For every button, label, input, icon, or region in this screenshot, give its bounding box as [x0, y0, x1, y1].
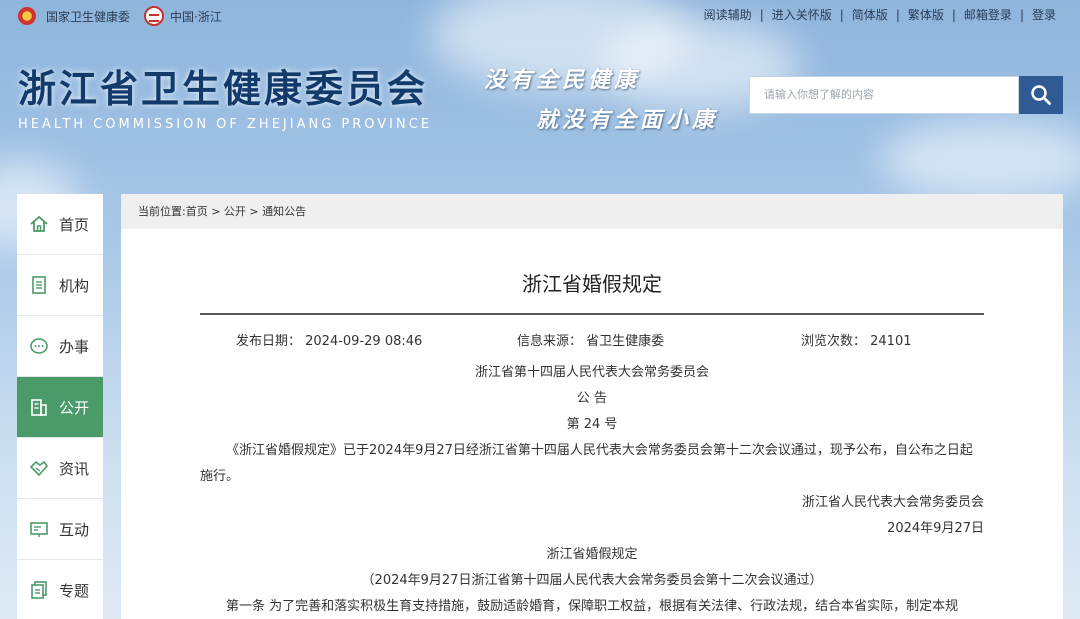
sidebar-item-label: 机构 [59, 276, 90, 295]
sidebar-item-label: 公开 [59, 398, 90, 417]
search-icon [1031, 85, 1051, 105]
cloud-decoration [880, 120, 1080, 200]
login-link[interactable]: 登录 [1024, 6, 1064, 23]
reading-assist-link[interactable]: 阅读辅助 [696, 6, 760, 23]
search-input[interactable]: 请输入你想了解的内容 [749, 76, 1019, 114]
article-one: 第一条 为了完善和落实积极生育支持措施，鼓励适龄婚育，保障职工权益，根据有关法律… [226, 599, 959, 614]
copy-icon [29, 580, 49, 600]
article-panel: 当前位置:首页 > 公开 > 通知公告 浙江省婚假规定 发布日期： 2024-0… [121, 194, 1063, 619]
building-icon [29, 397, 49, 417]
sidebar-item-public[interactable]: 公开 [17, 377, 103, 438]
sidebar-item-services[interactable]: 办事 [17, 316, 103, 377]
top-bar: 国家卫生健康委 中国·浙江 阅读辅助 | 进入关怀版 | 简体版 | 繁体版 |… [0, 0, 1080, 30]
document-icon [29, 275, 49, 295]
site-title[interactable]: 浙江省卫生健康委员会 [18, 58, 428, 113]
title-divider [200, 313, 984, 315]
chat-icon [29, 336, 49, 356]
sidebar-item-label: 资讯 [59, 459, 90, 478]
sidebar-nav: 首页 机构 办事 公开 资讯 互动 专题 [17, 194, 103, 619]
sidebar-item-organization[interactable]: 机构 [17, 255, 103, 316]
view-count: 浏览次数： 24101 [801, 334, 912, 349]
search-button[interactable] [1019, 76, 1063, 114]
sidebar-item-label: 首页 [59, 215, 90, 234]
article-title: 浙江省婚假规定 [522, 272, 662, 296]
sidebar-item-interaction[interactable]: 互动 [17, 499, 103, 560]
home-icon [29, 214, 49, 234]
board-icon [29, 519, 49, 539]
publish-date: 发布日期： 2024-09-29 08:46 [236, 334, 423, 349]
number-line: 第 24 号 [566, 417, 618, 432]
zhejiang-link[interactable]: 中国·浙江 [170, 8, 222, 25]
care-mode-link[interactable]: 进入关怀版 [764, 6, 840, 23]
handshake-icon [29, 458, 49, 478]
sidebar-item-topics[interactable]: 专题 [17, 560, 103, 619]
slogan-line-1: 没有全民健康 [484, 67, 641, 93]
nhc-link[interactable]: 国家卫生健康委 [46, 8, 130, 25]
signature-date: 2024年9月27日 [887, 521, 984, 536]
notice-line: 公 告 [576, 391, 608, 406]
issuer-line: 浙江省第十四届人民代表大会常务委员会 [474, 365, 709, 380]
info-source: 信息来源： 省卫生健康委 [517, 334, 665, 349]
breadcrumb[interactable]: 当前位置:首页 > 公开 > 通知公告 [121, 194, 1063, 229]
simplified-link[interactable]: 简体版 [844, 6, 896, 23]
regulation-note: （2024年9月27日浙江省第十四届人民代表大会常务委员会第十二次会议通过） [361, 573, 823, 588]
sidebar-item-label: 办事 [59, 337, 90, 356]
sidebar-item-home[interactable]: 首页 [17, 194, 103, 255]
email-login-link[interactable]: 邮箱登录 [956, 6, 1020, 23]
zhejiang-logo-icon [144, 6, 165, 26]
top-bar-left: 国家卫生健康委 中国·浙江 [18, 6, 222, 26]
sidebar-item-label: 专题 [59, 581, 90, 600]
slogan-line-2: 就没有全面小康 [536, 107, 719, 133]
traditional-link[interactable]: 繁体版 [900, 6, 952, 23]
sidebar-item-news[interactable]: 资讯 [17, 438, 103, 499]
regulation-title: 浙江省婚假规定 [546, 547, 638, 562]
signature-org: 浙江省人民代表大会常务委员会 [801, 495, 984, 510]
top-bar-right: 阅读辅助 | 进入关怀版 | 简体版 | 繁体版 | 邮箱登录 | 登录 [696, 6, 1064, 23]
body-paragraph: 《浙江省婚假规定》已于2024年9月27日经浙江省第十四届人民代表大会常务委员会… [226, 443, 973, 458]
national-emblem-icon [18, 7, 36, 25]
body-paragraph-cont: 施行。 [200, 469, 240, 484]
site-subtitle: HEALTH COMMISSION OF ZHEJIANG PROVINCE [18, 117, 433, 132]
sidebar-item-label: 互动 [59, 520, 90, 539]
